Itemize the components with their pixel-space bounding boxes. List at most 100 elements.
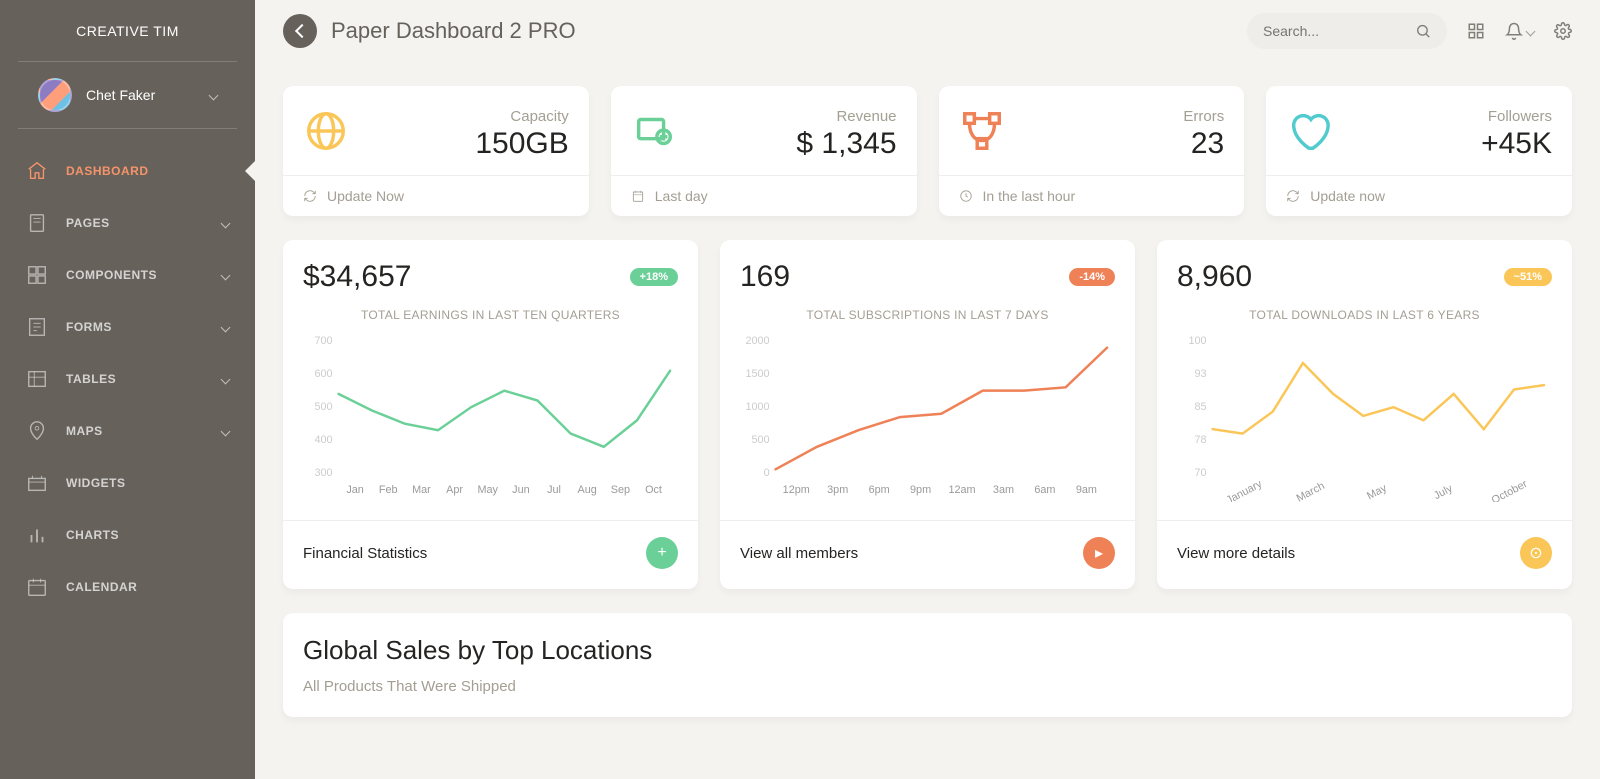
svg-text:9am: 9am xyxy=(1076,484,1097,496)
sidebar-item-label: FORMS xyxy=(66,320,112,334)
chevron-down-icon xyxy=(221,374,231,384)
line-chart: 050010001500200012pm3pm6pm9pm12am3am6am9… xyxy=(740,332,1115,502)
sidebar-item-label: WIDGETS xyxy=(66,476,126,490)
back-button[interactable] xyxy=(283,14,317,48)
stat-footer[interactable]: Update Now xyxy=(283,175,589,216)
svg-text:May: May xyxy=(477,484,498,496)
stat-card-revenue: Revenue $ 1,345 Last day xyxy=(611,86,917,216)
svg-text:85: 85 xyxy=(1195,401,1207,413)
brand-logo[interactable]: CREATIVE TIM xyxy=(18,0,237,62)
dashboard-icon xyxy=(26,160,48,182)
charts-icon xyxy=(26,524,48,546)
sidebar-item-charts[interactable]: CHARTS xyxy=(0,509,255,561)
chart-footer-link[interactable]: View all members xyxy=(740,545,858,562)
vector-icon xyxy=(959,108,1005,154)
heart-icon xyxy=(1286,108,1332,154)
stat-label: Revenue xyxy=(796,108,896,125)
grid-icon[interactable] xyxy=(1467,22,1485,40)
svg-text:78: 78 xyxy=(1195,434,1207,446)
bell-icon xyxy=(1505,22,1523,40)
tables-icon xyxy=(26,368,48,390)
notifications-button[interactable] xyxy=(1505,22,1534,40)
page-title: Paper Dashboard 2 PRO xyxy=(331,18,576,44)
chart-footer-link[interactable]: View more details xyxy=(1177,545,1295,562)
stat-label: Errors xyxy=(1183,108,1224,125)
calendar-icon xyxy=(26,576,48,598)
svg-text:700: 700 xyxy=(315,335,333,347)
stat-footer[interactable]: Last day xyxy=(611,175,917,216)
svg-text:12pm: 12pm xyxy=(783,484,810,496)
svg-text:1000: 1000 xyxy=(745,401,769,413)
svg-text:1500: 1500 xyxy=(745,368,769,380)
sidebar-nav: DASHBOARD PAGES COMPONENTS FORMS TABLES MAPS W… xyxy=(0,139,255,619)
stat-footer[interactable]: Update now xyxy=(1266,175,1572,216)
chevron-left-icon xyxy=(294,24,308,38)
stat-label: Followers xyxy=(1481,108,1552,125)
svg-text:93: 93 xyxy=(1195,368,1207,380)
svg-text:Jan: Jan xyxy=(346,484,363,496)
chart-card-1: 169-14%TOTAL SUBSCRIPTIONS IN LAST 7 DAY… xyxy=(720,240,1135,589)
sidebar-item-forms[interactable]: FORMS xyxy=(0,301,255,353)
sidebar-item-label: CHARTS xyxy=(66,528,119,542)
svg-text:3am: 3am xyxy=(993,484,1014,496)
stat-card-followers: Followers+45KUpdate now xyxy=(1266,86,1572,216)
gear-icon[interactable] xyxy=(1554,22,1572,40)
chart-footer-link[interactable]: Financial Statistics xyxy=(303,545,427,562)
footer-icon xyxy=(959,189,973,203)
chart-card-2: 8,960~51%TOTAL DOWNLOADS IN LAST 6 YEARS… xyxy=(1157,240,1572,589)
svg-text:0: 0 xyxy=(764,467,770,479)
chevron-down-icon xyxy=(221,426,231,436)
footer-icon xyxy=(631,189,645,203)
svg-text:Apr: Apr xyxy=(446,484,463,496)
sidebar-item-calendar[interactable]: CALENDAR xyxy=(0,561,255,613)
stat-label: Capacity xyxy=(475,108,568,125)
svg-text:70: 70 xyxy=(1195,467,1207,479)
chevron-down-icon xyxy=(221,270,231,280)
search-box[interactable] xyxy=(1247,13,1447,49)
chart-number: 169 xyxy=(740,260,790,294)
fab-info[interactable]: ⊙ xyxy=(1520,537,1552,569)
chart-subtitle: TOTAL SUBSCRIPTIONS IN LAST 7 DAYS xyxy=(740,308,1115,322)
sidebar-item-pages[interactable]: PAGES xyxy=(0,197,255,249)
search-input[interactable] xyxy=(1263,23,1415,39)
sidebar-user[interactable]: Chet Faker xyxy=(18,62,237,129)
sidebar-item-label: TABLES xyxy=(66,372,116,386)
stat-footer[interactable]: In the last hour xyxy=(939,175,1245,216)
widgets-icon xyxy=(26,472,48,494)
sidebar-item-dashboard[interactable]: DASHBOARD xyxy=(0,145,255,197)
sidebar-item-label: CALENDAR xyxy=(66,580,137,594)
svg-text:January: January xyxy=(1224,478,1264,502)
stat-value: $ 1,345 xyxy=(796,127,896,161)
svg-text:July: July xyxy=(1432,482,1455,502)
fab-plus[interactable]: + xyxy=(646,537,678,569)
svg-text:Mar: Mar xyxy=(412,484,431,496)
badge: ~51% xyxy=(1504,268,1552,286)
chevron-down-icon xyxy=(221,322,231,332)
topbar: Paper Dashboard 2 PRO xyxy=(283,0,1572,62)
svg-text:Oct: Oct xyxy=(645,484,662,496)
section-title: Global Sales by Top Locations xyxy=(303,635,1552,666)
svg-text:Jul: Jul xyxy=(547,484,561,496)
line-chart: 300400500600700JanFebMarAprMayJunJulAugS… xyxy=(303,332,678,502)
footer-icon xyxy=(303,189,317,203)
svg-text:6am: 6am xyxy=(1034,484,1055,496)
sidebar-item-tables[interactable]: TABLES xyxy=(0,353,255,405)
section-subtitle: All Products That Were Shipped xyxy=(303,678,1552,695)
svg-text:October: October xyxy=(1490,478,1530,502)
global-sales-card: Global Sales by Top Locations All Produc… xyxy=(283,613,1572,717)
sidebar-item-widgets[interactable]: WIDGETS xyxy=(0,457,255,509)
maps-icon xyxy=(26,420,48,442)
stat-card-errors: Errors 23 In the last hour xyxy=(939,86,1245,216)
sidebar-item-maps[interactable]: MAPS xyxy=(0,405,255,457)
stat-value: 23 xyxy=(1183,127,1224,161)
user-name: Chet Faker xyxy=(86,87,210,103)
sidebar-item-components[interactable]: COMPONENTS xyxy=(0,249,255,301)
search-icon[interactable] xyxy=(1415,22,1431,40)
sidebar-item-label: PAGES xyxy=(66,216,110,230)
fab-play[interactable]: ▸ xyxy=(1083,537,1115,569)
svg-text:400: 400 xyxy=(315,434,333,446)
sidebar-item-label: COMPONENTS xyxy=(66,268,157,282)
svg-text:3pm: 3pm xyxy=(827,484,848,496)
chart-subtitle: TOTAL DOWNLOADS IN LAST 6 YEARS xyxy=(1177,308,1552,322)
chevron-down-icon xyxy=(209,90,219,100)
